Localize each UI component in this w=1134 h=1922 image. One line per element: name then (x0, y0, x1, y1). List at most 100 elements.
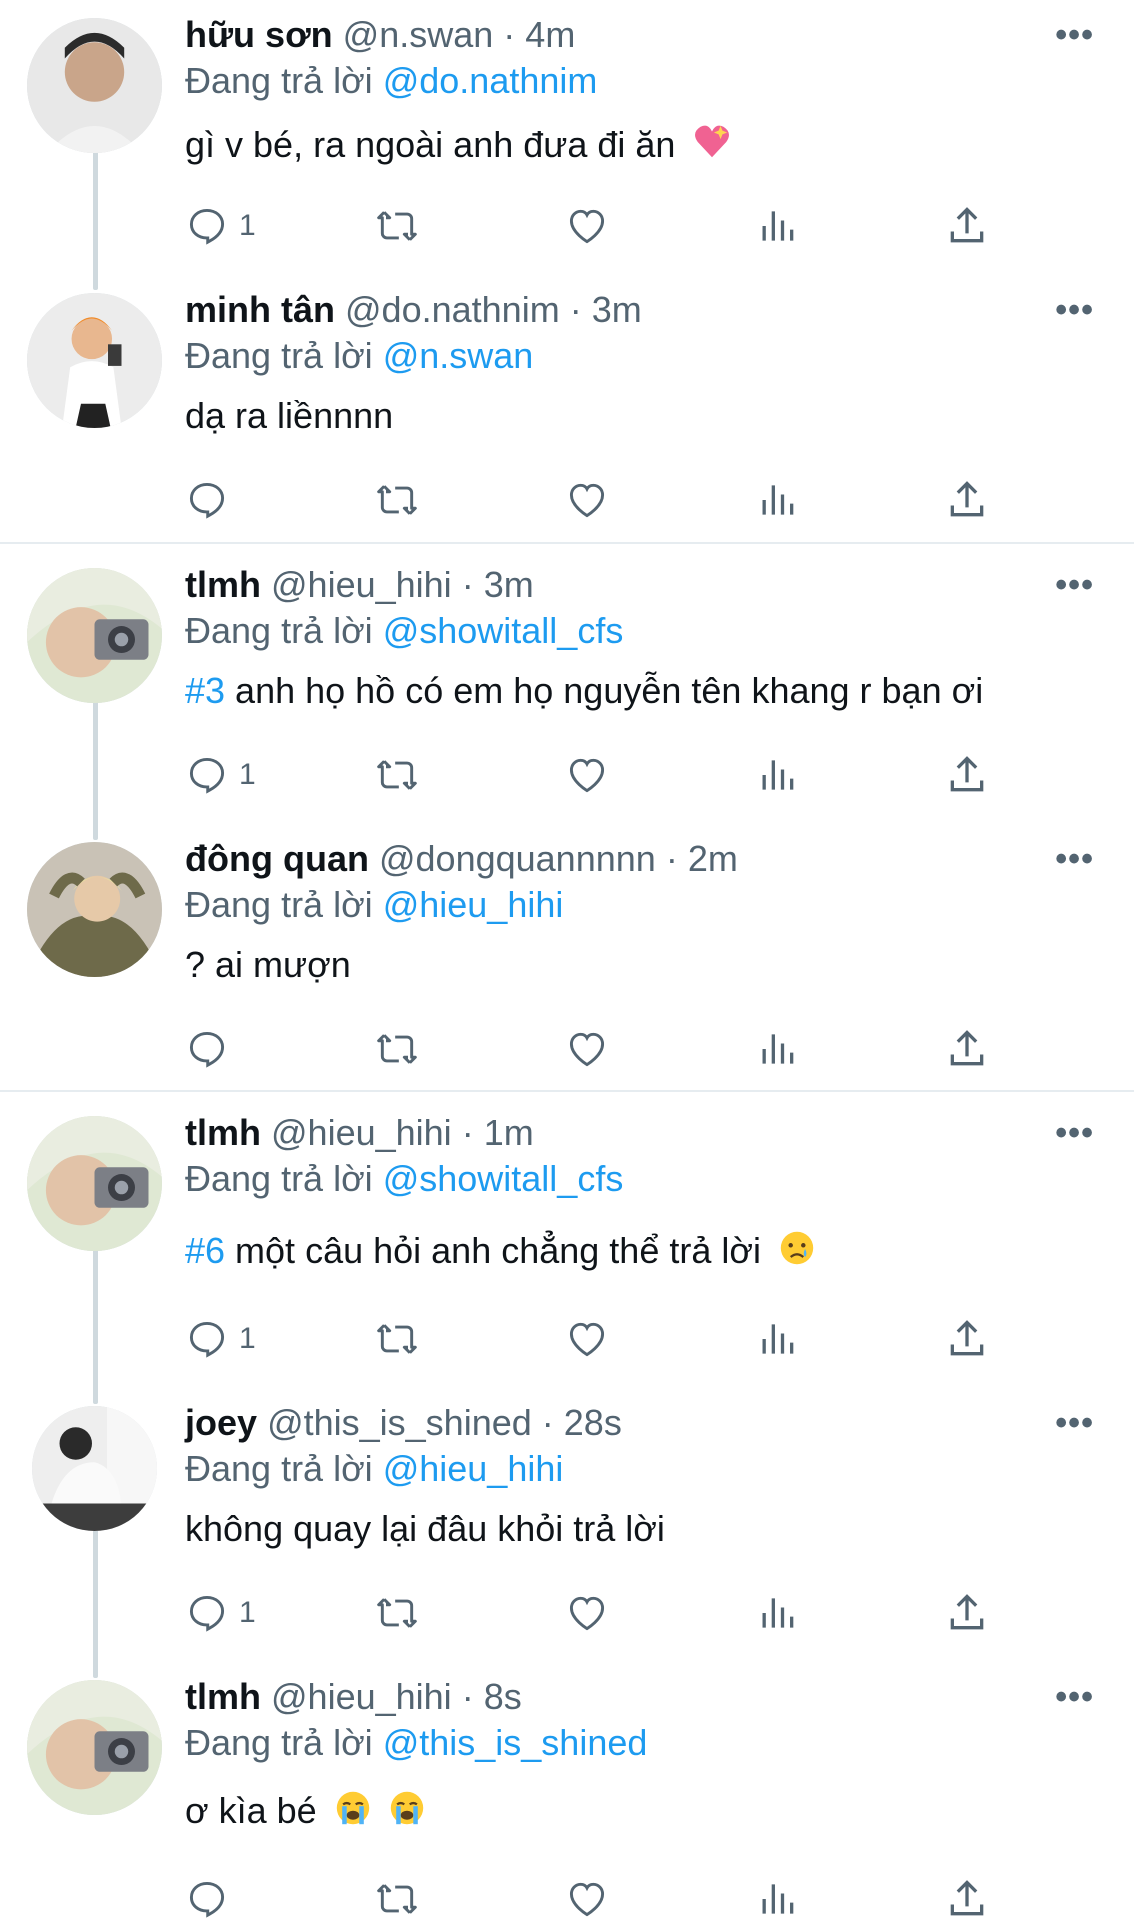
timestamp[interactable]: 3m (592, 289, 642, 330)
views-button[interactable] (755, 1590, 799, 1636)
mention-link[interactable]: @this_is_shined (383, 1722, 648, 1763)
share-icon (950, 1594, 984, 1630)
avatar[interactable] (27, 18, 162, 153)
tweet-header: joey @this_is_shined · 28s (185, 1402, 622, 1443)
more-icon[interactable]: ••• (1055, 566, 1094, 605)
avatar[interactable] (27, 842, 162, 977)
like-button[interactable] (565, 752, 609, 798)
share-icon (950, 1320, 984, 1356)
views-icon (762, 211, 794, 241)
share-button[interactable] (945, 1590, 989, 1636)
retweet-button[interactable] (375, 1876, 419, 1922)
mention-link[interactable]: @hieu_hihi (383, 1448, 564, 1489)
share-button[interactable] (945, 1026, 989, 1072)
timestamp[interactable]: 2m (688, 838, 738, 879)
retweet-button[interactable] (375, 1316, 419, 1362)
avatar[interactable] (32, 1406, 157, 1531)
like-button[interactable] (565, 1316, 609, 1362)
mention-link[interactable]: @do.nathnim (383, 60, 598, 101)
retweet-button[interactable] (375, 477, 419, 523)
handle[interactable]: @hieu_hihi (271, 564, 452, 605)
avatar[interactable] (27, 1680, 162, 1815)
share-button[interactable] (945, 1316, 989, 1362)
handle[interactable]: @hieu_hihi (271, 1112, 452, 1153)
avatar[interactable] (27, 293, 162, 428)
reply-button[interactable]: 1 (185, 752, 256, 798)
display-name[interactable]: hữu sơn (185, 14, 333, 55)
like-button[interactable] (565, 477, 609, 523)
timestamp[interactable]: 3m (484, 564, 534, 605)
display-name[interactable]: tlmh (185, 1112, 261, 1153)
reply-button[interactable]: 1 (185, 1590, 256, 1636)
heart-icon (569, 1032, 605, 1067)
replying-prefix: Đang trả lời (185, 1722, 373, 1763)
hashtag-link[interactable]: #3 (185, 670, 225, 711)
views-button[interactable] (755, 477, 799, 523)
hashtag-link[interactable]: #6 (185, 1230, 225, 1271)
avatar[interactable] (27, 568, 162, 703)
views-button[interactable] (755, 203, 799, 249)
more-icon[interactable]: ••• (1055, 291, 1094, 330)
display-name[interactable]: minh tân (185, 289, 335, 330)
retweet-button[interactable] (375, 752, 419, 798)
more-icon[interactable]: ••• (1055, 16, 1094, 55)
timestamp[interactable]: 28s (564, 1402, 622, 1443)
more-icon[interactable]: ••• (1055, 1114, 1094, 1153)
more-icon[interactable]: ••• (1055, 840, 1094, 879)
handle[interactable]: @hieu_hihi (271, 1676, 452, 1717)
like-button[interactable] (565, 1026, 609, 1072)
thread-line (93, 1528, 98, 1678)
mention-link[interactable]: @hieu_hihi (383, 884, 564, 925)
avatar[interactable] (27, 1116, 162, 1251)
like-button[interactable] (565, 1876, 609, 1922)
display-name[interactable]: joey (185, 1402, 257, 1443)
handle[interactable]: @do.nathnim (345, 289, 560, 330)
more-icon[interactable]: ••• (1055, 1678, 1094, 1717)
retweet-button[interactable] (375, 203, 419, 249)
mention-link[interactable]: @n.swan (383, 335, 534, 376)
thread-divider (0, 1090, 1134, 1092)
display-name[interactable]: tlmh (185, 564, 261, 605)
retweet-button[interactable] (375, 1590, 419, 1636)
thread-line (93, 1238, 98, 1404)
reply-count: 1 (239, 209, 256, 242)
mention-link[interactable]: @showitall_cfs (383, 1158, 624, 1199)
views-icon (762, 1324, 794, 1354)
retweet-button[interactable] (375, 1026, 419, 1072)
replying-prefix: Đang trả lời (185, 335, 373, 376)
like-button[interactable] (565, 203, 609, 249)
share-icon (950, 1880, 984, 1916)
share-button[interactable] (945, 752, 989, 798)
retweet-icon (377, 211, 417, 241)
retweet-icon (377, 1598, 417, 1628)
sparkling-heart-icon (693, 123, 731, 172)
more-icon[interactable]: ••• (1055, 1404, 1094, 1443)
heart-icon (569, 758, 605, 793)
views-button[interactable] (755, 1026, 799, 1072)
reply-button[interactable]: 1 (185, 1316, 256, 1362)
reply-button[interactable] (185, 477, 239, 523)
handle[interactable]: @this_is_shined (267, 1402, 532, 1443)
like-button[interactable] (565, 1590, 609, 1636)
tweet-header: tlmh @hieu_hihi · 1m (185, 1112, 534, 1153)
views-button[interactable] (755, 1876, 799, 1922)
share-button[interactable] (945, 203, 989, 249)
reply-button[interactable] (185, 1876, 239, 1922)
mention-link[interactable]: @showitall_cfs (383, 610, 624, 651)
share-button[interactable] (945, 1876, 989, 1922)
timestamp[interactable]: 1m (484, 1112, 534, 1153)
reply-button[interactable]: 1 (185, 203, 256, 249)
timestamp[interactable]: 8s (484, 1676, 522, 1717)
timestamp[interactable]: 4m (525, 14, 575, 55)
share-button[interactable] (945, 477, 989, 523)
display-name[interactable]: đông quan (185, 838, 369, 879)
reply-button[interactable] (185, 1026, 239, 1072)
display-name[interactable]: tlmh (185, 1676, 261, 1717)
handle[interactable]: @n.swan (343, 14, 494, 55)
views-button[interactable] (755, 752, 799, 798)
handle[interactable]: @dongquannnnn (379, 838, 656, 879)
views-button[interactable] (755, 1316, 799, 1362)
tweet-header: tlmh @hieu_hihi · 3m (185, 564, 534, 605)
replying-to: Đang trả lời @do.nathnim (185, 58, 597, 104)
tweet-actions: 1 (185, 752, 1005, 798)
